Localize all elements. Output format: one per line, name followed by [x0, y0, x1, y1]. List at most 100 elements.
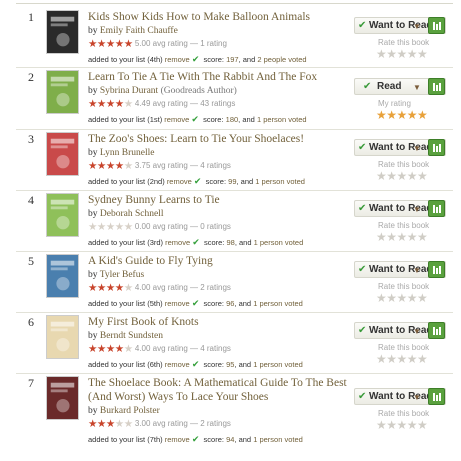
author-link[interactable]: Lynn Brunelle	[100, 148, 155, 158]
added-to-list-text: added to your list (2nd)	[88, 177, 165, 186]
rank-number: 5	[28, 254, 34, 268]
voters-link[interactable]: 1 person voted	[255, 177, 305, 186]
star-icon[interactable]: ★★★★★	[376, 109, 446, 122]
star-icon[interactable]: ★★★★★	[376, 231, 446, 244]
vote-status-line: added to your list (5th) remove ✔ score:…	[88, 297, 360, 310]
remove-vote-link[interactable]: remove	[165, 238, 190, 247]
star-icon: ★	[114, 98, 124, 110]
row-divider	[16, 129, 453, 130]
rate-label: Rate this book	[378, 409, 430, 418]
check-icon: ✔	[192, 237, 200, 247]
star-icon[interactable]: ★★★★★	[376, 170, 446, 183]
star-icon[interactable]: ★★★★★	[376, 48, 446, 61]
remove-vote-link[interactable]: remove	[165, 299, 190, 308]
star-icon[interactable]: ★★★★★	[376, 292, 446, 305]
rank-number: 3	[28, 132, 34, 146]
voters-link[interactable]: 2 people voted	[257, 55, 306, 64]
book-title-link[interactable]: The Zoo's Shoes: Learn to Tie Your Shoel…	[88, 132, 360, 146]
author-link[interactable]: Berndt Sundsten	[100, 331, 163, 341]
avg-rating-text: 3.00 avg rating — 2 ratings	[134, 419, 231, 428]
triangle-down-icon[interactable]: ▼	[413, 22, 421, 31]
voters-and: , and	[234, 238, 252, 247]
score-label: score:	[203, 115, 224, 124]
book-cover[interactable]	[46, 70, 79, 114]
bookshelf-icon[interactable]	[428, 78, 445, 95]
triangle-down-icon[interactable]: ▼	[413, 393, 421, 402]
shelf-button[interactable]: ✔ Want to Read ▼	[354, 139, 446, 156]
by-label: by	[88, 86, 98, 96]
voters-link[interactable]: 1 person voted	[254, 238, 304, 247]
byline: by Sybrina Durant (Goodreads Author)	[88, 85, 360, 97]
bookshelf-icon[interactable]	[428, 322, 445, 339]
remove-vote-link[interactable]: remove	[165, 435, 190, 444]
check-icon: ✔	[191, 114, 199, 124]
remove-vote-link[interactable]: remove	[167, 177, 192, 186]
star-icon[interactable]: ★★★★★	[376, 353, 446, 366]
triangle-down-icon[interactable]: ▼	[413, 205, 421, 214]
added-to-list-text: added to your list (5th)	[88, 299, 163, 308]
shelf-button[interactable]: ✔ Want to Read ▼	[354, 261, 446, 278]
remove-vote-link[interactable]: remove	[165, 360, 190, 369]
bookshelf-icon[interactable]	[428, 139, 445, 156]
remove-vote-link[interactable]: remove	[164, 115, 189, 124]
bookshelf-icon[interactable]	[428, 261, 445, 278]
avg-rating-stars: ★★★★★	[88, 160, 133, 172]
voters-link[interactable]: 1 person voted	[253, 360, 303, 369]
avg-rating-line: ★★★★★ 5.00 avg rating — 1 rating	[88, 38, 360, 50]
author-link[interactable]: Emily Faith Chauffe	[100, 26, 178, 36]
row-divider	[16, 251, 453, 252]
triangle-down-icon[interactable]: ▼	[413, 83, 421, 92]
byline: by Berndt Sundsten	[88, 330, 360, 342]
book-info: Sydney Bunny Learns to Tie by Deborah Sc…	[88, 193, 360, 249]
book-info: Learn To Tie A Tie With The Rabbit And T…	[88, 70, 360, 126]
triangle-down-icon[interactable]: ▼	[413, 144, 421, 153]
author-link[interactable]: Sybrina Durant	[100, 86, 158, 96]
shelf-button[interactable]: ✔ Want to Read ▼	[354, 322, 446, 339]
by-label: by	[88, 209, 98, 219]
triangle-down-icon[interactable]: ▼	[413, 266, 421, 275]
book-title-link[interactable]: Kids Show Kids How to Make Balloon Anima…	[88, 10, 360, 24]
book-cover[interactable]	[46, 315, 79, 359]
star-icon[interactable]: ★★★★★	[376, 419, 446, 432]
shelf-button[interactable]: ✔ Read ▼	[354, 78, 446, 95]
shelf-button[interactable]: ✔ Want to Read ▼	[354, 17, 446, 34]
vote-status-line: added to your list (6th) remove ✔ score:…	[88, 358, 360, 371]
bookshelf-icon[interactable]	[428, 388, 445, 405]
book-title-link[interactable]: Sydney Bunny Learns to Tie	[88, 193, 360, 207]
avg-rating-text: 5.00 avg rating — 1 rating	[134, 39, 227, 48]
author-link[interactable]: Tyler Befus	[100, 270, 144, 280]
triangle-down-icon[interactable]: ▼	[413, 327, 421, 336]
star-icon: ★	[96, 160, 106, 172]
book-cover[interactable]	[46, 10, 79, 54]
book-cover[interactable]	[46, 132, 79, 176]
bookshelf-icon[interactable]	[428, 200, 445, 217]
remove-vote-link[interactable]: remove	[165, 55, 190, 64]
book-cover[interactable]	[46, 376, 79, 420]
star-icon: ★	[114, 282, 124, 294]
avg-rating-stars: ★★★★★	[88, 343, 133, 355]
bookshelf-icon[interactable]	[428, 17, 445, 34]
voters-link[interactable]: 1 person voted	[257, 115, 307, 124]
shelf-button[interactable]: ✔ Want to Read ▼	[354, 200, 446, 217]
book-title-link[interactable]: Learn To Tie A Tie With The Rabbit And T…	[88, 70, 360, 84]
star-icon: ★	[123, 98, 133, 110]
author-link[interactable]: Burkard Polster	[100, 406, 160, 416]
author-link[interactable]: Deborah Schnell	[100, 209, 164, 219]
voters-link[interactable]: 1 person voted	[253, 435, 303, 444]
book-cover[interactable]	[46, 193, 79, 237]
shelf-actions: ✔ Read ▼ My rating ★★★★★	[354, 78, 446, 122]
star-icon: ★	[105, 160, 115, 172]
book-title-link[interactable]: A Kid's Guide to Fly Tying	[88, 254, 360, 268]
avg-rating-text: 4.00 avg rating — 2 ratings	[134, 283, 231, 292]
book-row: 2 Learn To Tie A Tie With The Rabbit And…	[16, 70, 453, 130]
book-cover[interactable]	[46, 254, 79, 298]
added-to-list-text: added to your list (3rd)	[88, 238, 164, 247]
voters-link[interactable]: 1 person voted	[253, 299, 303, 308]
author-role: (Goodreads Author)	[160, 86, 237, 96]
rate-label: Rate this book	[378, 221, 430, 230]
book-title-link[interactable]: My First Book of Knots	[88, 315, 360, 329]
voters-and: , and	[238, 55, 256, 64]
shelf-button[interactable]: ✔ Want to Read ▼	[354, 388, 446, 405]
book-title-link[interactable]: The Shoelace Book: A Mathematical Guide …	[88, 376, 360, 404]
check-icon: ✔	[358, 325, 367, 336]
